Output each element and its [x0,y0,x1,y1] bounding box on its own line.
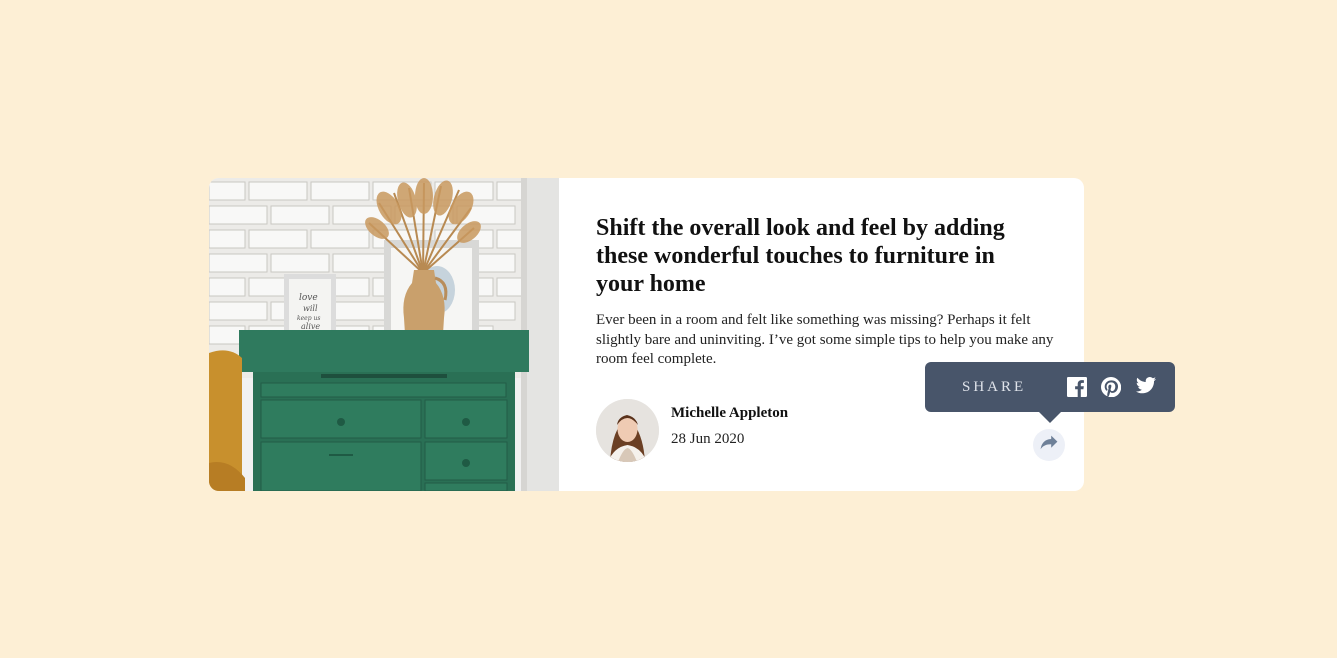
share-arrow-icon [1040,435,1058,455]
drawers-photo: love will keep us alive [209,178,559,491]
article-description: Ever been in a room and felt like someth… [596,312,1054,367]
post-date: 28 Jun 2020 [671,431,745,447]
twitter-icon[interactable] [1136,377,1156,397]
share-tooltip: SHARE [925,362,1175,423]
facebook-icon[interactable] [1067,377,1087,397]
article-preview-card: love will keep us alive Shift the overal… [209,178,1084,491]
svg-text:keep us: keep us [297,315,320,322]
share-label: SHARE [962,379,1027,395]
article-content: Shift the overall look and feel by addin… [559,178,1084,491]
svg-text:love: love [299,293,318,303]
share-button[interactable] [1033,429,1065,461]
article-title: Shift the overall look and feel by addin… [596,215,1005,297]
pinterest-icon[interactable] [1101,377,1122,398]
author-name: Michelle Appleton [671,405,789,421]
avatar [596,399,659,462]
svg-text:alive: alive [301,322,320,331]
svg-text:will: will [303,304,318,313]
